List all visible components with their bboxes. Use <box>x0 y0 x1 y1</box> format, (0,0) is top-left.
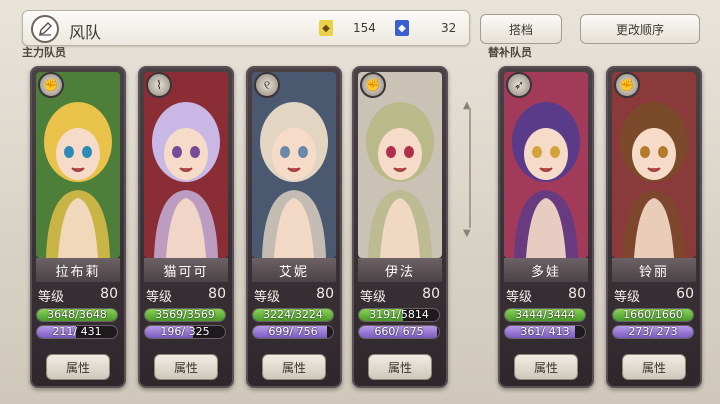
hp-value: 3569/3569 <box>155 308 215 321</box>
member-name: 艾妮 <box>252 258 336 282</box>
hp-bar: 1660/1660 <box>612 308 694 322</box>
member-portrait[interactable] <box>358 72 442 258</box>
member-portrait[interactable] <box>504 72 588 258</box>
rename-button[interactable] <box>31 15 59 43</box>
level-label: 等级 <box>506 290 533 305</box>
member-portrait[interactable] <box>612 72 696 258</box>
mp-bar: 699/ 756 <box>252 325 334 339</box>
fist-icon: ✊ <box>360 72 386 98</box>
mp-value: 273/ 273 <box>628 325 678 338</box>
member-card[interactable]: ➶ 多娃 等级 80 3444/3444 361/ 413 属性 <box>498 66 594 388</box>
hp-value: 1660/1660 <box>623 308 683 321</box>
attributes-button[interactable]: 属性 <box>622 354 686 380</box>
hp-value: 3191/5814 <box>369 308 429 321</box>
scroll-divider <box>469 108 471 228</box>
mp-bar: 361/ 413 <box>504 325 586 339</box>
member-name: 拉布莉 <box>36 258 120 282</box>
level-value: 80 <box>568 286 586 302</box>
member-card[interactable]: ✊ 铃丽 等级 60 1660/1660 273/ 273 属性 <box>606 66 702 388</box>
level-label: 等级 <box>38 290 65 305</box>
pencil-icon <box>39 22 52 36</box>
member-portrait[interactable] <box>252 72 336 258</box>
member-portrait[interactable] <box>144 72 228 258</box>
mp-bar: 211/ 431 <box>36 325 118 339</box>
hp-value: 3444/3444 <box>515 308 575 321</box>
attributes-button[interactable]: 属性 <box>154 354 218 380</box>
level-row: 等级 80 <box>254 286 336 306</box>
mp-bar: 273/ 273 <box>612 325 694 339</box>
level-label: 等级 <box>614 290 641 305</box>
sub-members-label: 替补队员 <box>488 46 532 59</box>
mp-value: 196/ 325 <box>160 325 210 338</box>
member-name: 伊法 <box>358 258 442 282</box>
mp-bar: 660/ 675 <box>358 325 440 339</box>
hp-bar: 3648/3648 <box>36 308 118 322</box>
attributes-button[interactable]: 属性 <box>368 354 432 380</box>
hp-value: 3648/3648 <box>47 308 107 321</box>
level-label: 等级 <box>360 290 387 305</box>
member-name: 铃丽 <box>612 258 696 282</box>
party-name: 风队 <box>69 23 102 42</box>
crystal-blue-icon: ◆ <box>395 20 409 36</box>
deploy-button[interactable]: 搭档 <box>480 14 562 44</box>
hp-value: 3224/3224 <box>263 308 323 321</box>
member-card[interactable]: ✊ 伊法 等级 80 3191/5814 660/ 675 属性 <box>352 66 448 388</box>
hp-bar: 3191/5814 <box>358 308 440 322</box>
attributes-button[interactable]: 属性 <box>262 354 326 380</box>
member-name: 猫可可 <box>144 258 228 282</box>
level-row: 等级 80 <box>146 286 228 306</box>
party-name-bar: 风队 ◆ 154 ◆ 32 <box>22 10 470 46</box>
level-label: 等级 <box>146 290 173 305</box>
level-value: 80 <box>208 286 226 302</box>
mp-value: 660/ 675 <box>374 325 424 338</box>
main-members-label: 主力队员 <box>22 46 66 59</box>
level-row: 等级 80 <box>360 286 442 306</box>
mp-value: 699/ 756 <box>268 325 318 338</box>
mp-value: 361/ 413 <box>520 325 570 338</box>
hp-bar: 3224/3224 <box>252 308 334 322</box>
member-card[interactable]: ୧ 艾妮 等级 80 3224/3224 699/ 756 属性 <box>246 66 342 388</box>
fist-icon: ✊ <box>614 72 640 98</box>
level-value: 80 <box>100 286 118 302</box>
level-row: 等级 80 <box>506 286 588 306</box>
level-label: 等级 <box>254 290 281 305</box>
attributes-button[interactable]: 属性 <box>514 354 578 380</box>
bow-icon: ➶ <box>506 72 532 98</box>
scroll-down-icon: ▼ <box>463 228 471 239</box>
level-row: 等级 80 <box>38 286 120 306</box>
member-card[interactable]: ⌇ 猫可可 等级 80 3569/3569 196/ 325 属性 <box>138 66 234 388</box>
level-value: 80 <box>316 286 334 302</box>
resource-blue-count: 32 <box>441 21 457 35</box>
level-value: 60 <box>676 286 694 302</box>
hp-bar: 3569/3569 <box>144 308 226 322</box>
member-card[interactable]: ✊ 拉布莉 等级 80 3648/3648 211/ 431 属性 <box>30 66 126 388</box>
mp-bar: 196/ 325 <box>144 325 226 339</box>
crystal-gold-icon: ◆ <box>319 20 333 36</box>
spiral-icon: ୧ <box>254 72 280 98</box>
fist-icon: ✊ <box>38 72 64 98</box>
member-name: 多娃 <box>504 258 588 282</box>
level-row: 等级 60 <box>614 286 696 306</box>
attributes-button[interactable]: 属性 <box>46 354 110 380</box>
claw-icon: ⌇ <box>146 72 172 98</box>
resource-gold-count: 154 <box>353 21 376 35</box>
level-value: 80 <box>422 286 440 302</box>
member-portrait[interactable] <box>36 72 120 258</box>
reorder-button[interactable]: 更改顺序 <box>580 14 700 44</box>
hp-bar: 3444/3444 <box>504 308 586 322</box>
mp-value: 211/ 431 <box>52 325 102 338</box>
